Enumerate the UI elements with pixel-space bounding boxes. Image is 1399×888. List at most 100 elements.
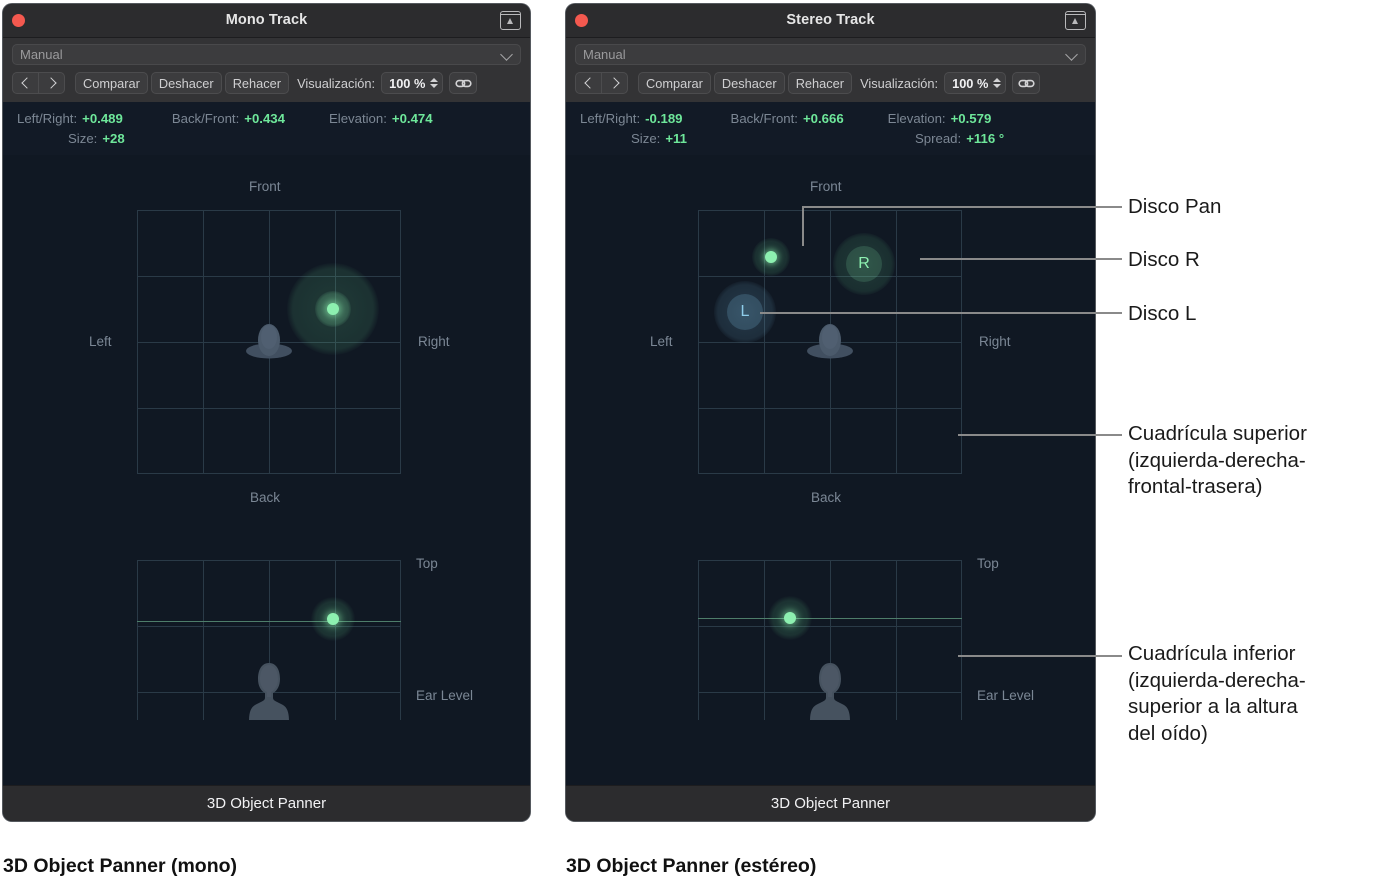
elevation-puck-stereo[interactable]: [784, 612, 796, 624]
stereo-bottom-grid[interactable]: [698, 560, 962, 720]
zoom-stepper[interactable]: 100 %: [944, 72, 1007, 94]
elevation-line-stereo: [698, 618, 962, 619]
elevation-label: Elevation:: [887, 111, 946, 126]
stereo-stage: Front Back Left Right R L Top Ear Level: [566, 157, 1095, 786]
mono-toolbar: Manual Comparar Deshacer Rehacer Visuali…: [3, 38, 530, 102]
label-front-mono: Front: [249, 179, 281, 194]
previous-preset-button[interactable]: [12, 72, 38, 94]
stereo-control-row: Comparar Deshacer Rehacer Visualización:…: [566, 65, 1095, 102]
stepper-arrows-icon: [993, 78, 1002, 88]
mono-bottom-grid[interactable]: [137, 560, 401, 720]
elevation-label: Elevation:: [328, 111, 387, 126]
elevation-readout: Elevation: +0.579: [888, 109, 992, 129]
callout-leader-cuadricula-superior: [958, 434, 1122, 436]
label-ear-level-stereo: Ear Level: [977, 688, 1035, 703]
elevation-puck-mono[interactable]: [327, 613, 339, 625]
label-right-stereo: Right: [979, 334, 1011, 349]
stereo-readout-row-1: Left/Right: -0.189 Back/Front: +0.666 El…: [566, 109, 1095, 129]
label-front-stereo: Front: [810, 179, 842, 194]
expand-window-icon[interactable]: [1065, 11, 1086, 30]
stereo-footer-label: 3D Object Panner: [566, 785, 1095, 821]
elevation-value: +0.579: [950, 111, 992, 126]
listener-head-front-icon: [810, 661, 850, 720]
link-button[interactable]: [449, 72, 478, 94]
left-right-readout: Left/Right: -0.189: [580, 109, 683, 129]
callout-label-cuadricula-superior: Cuadrícula superior (izquierda-derecha- …: [1128, 422, 1307, 498]
undo-button[interactable]: Deshacer: [713, 72, 785, 94]
back-front-value: +0.434: [244, 111, 285, 126]
link-icon: [1018, 79, 1035, 87]
redo-button[interactable]: Rehacer: [224, 72, 290, 94]
listener-head-top-icon: [245, 320, 293, 364]
spread-label: Spread:: [914, 131, 962, 146]
compare-button[interactable]: Comparar: [75, 72, 148, 94]
chevron-left-icon: [20, 77, 33, 89]
left-puck-label[interactable]: L: [727, 294, 763, 330]
back-front-readout: Back/Front: +0.434: [172, 109, 285, 129]
mono-window-title: Mono Track: [225, 12, 308, 28]
preset-dropdown[interactable]: Manual: [12, 44, 521, 65]
right-puck-label[interactable]: R: [846, 246, 882, 282]
label-top-stereo: Top: [977, 556, 999, 571]
size-readout: Size: +28: [68, 129, 125, 149]
left-right-value: +0.489: [82, 111, 123, 126]
stereo-readout: Left/Right: -0.189 Back/Front: +0.666 El…: [566, 102, 1095, 155]
left-right-label: Left/Right:: [580, 111, 641, 126]
next-preset-button[interactable]: [38, 72, 65, 94]
link-icon: [455, 79, 472, 87]
caption-stereo: 3D Object Panner (estéreo): [566, 855, 817, 877]
stereo-readout-row-2: Size: +11 Spread: +116 °: [566, 129, 1095, 149]
undo-button[interactable]: Deshacer: [150, 72, 222, 94]
stereo-titlebar: Stereo Track: [566, 4, 1095, 38]
mono-readout-row-1: Left/Right: +0.489 Back/Front: +0.434 El…: [3, 109, 530, 129]
compare-button[interactable]: Comparar: [638, 72, 711, 94]
expand-window-icon[interactable]: [500, 11, 521, 30]
callout-leader-disco-pan: [802, 206, 1122, 208]
label-right-mono: Right: [418, 334, 450, 349]
view-label: Visualización:: [297, 75, 376, 91]
listener-head-front-icon: [249, 661, 289, 720]
elevation-readout: Elevation: +0.474: [329, 109, 433, 129]
stereo-track-window: Stereo Track Manual Comparar Deshacer Re…: [566, 4, 1095, 821]
label-left-stereo: Left: [650, 334, 673, 349]
mono-footer-label: 3D Object Panner: [3, 785, 530, 821]
link-button[interactable]: [1012, 72, 1041, 94]
listener-head-top-icon: [806, 320, 854, 364]
size-value: +28: [102, 131, 125, 146]
mono-top-grid[interactable]: [137, 210, 401, 474]
label-back-mono: Back: [250, 490, 281, 505]
preset-dropdown[interactable]: Manual: [575, 44, 1086, 65]
pan-puck-mono[interactable]: [327, 303, 339, 315]
mono-readout-row-2: Size: +28: [3, 129, 530, 149]
spread-value: +116 °: [966, 131, 1005, 146]
size-value: +11: [665, 131, 687, 146]
left-right-label: Left/Right:: [17, 111, 78, 126]
elevation-line-mono: [137, 621, 401, 622]
mono-readout: Left/Right: +0.489 Back/Front: +0.434 El…: [3, 102, 530, 155]
next-preset-button[interactable]: [601, 72, 628, 94]
stereo-top-grid[interactable]: R L: [698, 210, 962, 474]
back-front-value: +0.666: [802, 111, 844, 126]
left-right-readout: Left/Right: +0.489: [17, 109, 123, 129]
chevron-down-icon: [1065, 47, 1078, 61]
size-label: Size:: [631, 131, 661, 146]
callout-leader-disco-r: [920, 258, 1122, 260]
view-label: Visualización:: [860, 75, 939, 91]
zoom-stepper[interactable]: 100 %: [381, 72, 444, 94]
chevron-right-icon: [44, 77, 57, 89]
pan-puck-stereo[interactable]: [765, 251, 777, 263]
mono-track-window: Mono Track Manual Comparar Deshacer Reha…: [3, 4, 530, 821]
back-front-label: Back/Front:: [171, 111, 240, 126]
nav-button-group: [575, 72, 628, 94]
previous-preset-button[interactable]: [575, 72, 601, 94]
back-front-readout: Back/Front: +0.666: [731, 109, 844, 129]
chevron-down-icon: [500, 47, 513, 61]
left-right-value: -0.189: [645, 111, 683, 126]
label-left-mono: Left: [89, 334, 112, 349]
redo-button[interactable]: Rehacer: [787, 72, 853, 94]
callout-leader-disco-pan-vertical: [802, 206, 804, 246]
spread-readout: Spread: +116 °: [915, 129, 1004, 149]
callout-label-disco-r: Disco R: [1128, 248, 1200, 271]
mono-preset-row: Manual: [3, 38, 530, 65]
callout-label-disco-pan: Disco Pan: [1128, 195, 1222, 218]
